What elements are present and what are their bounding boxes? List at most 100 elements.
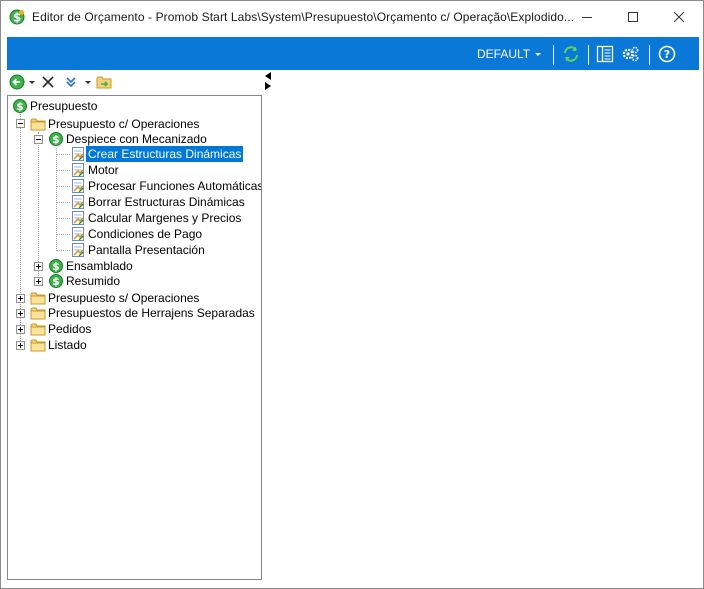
tree-guide-line [56, 154, 70, 155]
tree-node-label: Motor [88, 163, 119, 177]
toolbar-divider [588, 45, 589, 65]
folder-open-icon [30, 116, 46, 132]
tree-guide-line [56, 170, 70, 171]
tree-node-item[interactable]: Motor [70, 162, 121, 178]
tree-node-label: Pantalla Presentación [88, 243, 205, 257]
tree-node-label: Presupuesto c/ Operaciones [48, 117, 200, 131]
svg-text:?: ? [664, 48, 670, 61]
tree-node-group[interactable]: Presupuesto c/ Operaciones [30, 116, 201, 132]
minimize-button[interactable] [564, 1, 610, 33]
expand-toggle[interactable] [16, 294, 25, 303]
tree-node-label: Crear Estructuras Dinámicas [86, 146, 244, 162]
profile-label: DEFAULT [477, 47, 531, 61]
money-icon [48, 258, 64, 274]
back-arrow-icon [9, 74, 25, 93]
help-button[interactable]: ? [657, 45, 677, 65]
tree-node-item-selected[interactable]: Crear Estructuras Dinámicas [70, 146, 244, 162]
tree-node-group[interactable]: Pedidos [30, 321, 93, 337]
layout-panel-icon [596, 45, 614, 66]
close-button[interactable] [656, 1, 702, 33]
title-bar[interactable]: $ Editor de Orçamento - Promob Start Lab… [1, 1, 703, 33]
money-icon [48, 131, 64, 147]
main-toolbar: DEFAULT ? [7, 37, 699, 70]
refresh-icon [562, 45, 580, 66]
tree-node-label: Presupuesto s/ Operaciones [48, 291, 200, 305]
move-dropdown-chevron-icon[interactable] [85, 81, 91, 84]
maximize-button[interactable] [610, 1, 656, 33]
tree-toolbar [7, 73, 263, 93]
tree-node-label: Borrar Estructuras Dinámicas [88, 195, 245, 209]
script-doc-icon [70, 178, 86, 194]
expand-toggle[interactable] [16, 325, 25, 334]
tree-node-item[interactable]: Calcular Margenes y Precios [70, 210, 243, 226]
folder-icon [30, 321, 46, 337]
tree-node-label: Procesar Funciones Automáticas [88, 179, 262, 193]
layout-panel-button[interactable] [595, 45, 615, 65]
panel-splitter-toggle[interactable] [263, 71, 273, 91]
tree-guide-line [56, 186, 70, 187]
tree-node-label: Calcular Margenes y Precios [88, 211, 242, 225]
folder-icon [30, 305, 46, 321]
expand-toggle[interactable] [16, 341, 25, 350]
money-icon [12, 98, 28, 114]
refresh-button[interactable] [561, 45, 581, 65]
move-down-icon [64, 75, 78, 92]
delete-x-icon [41, 75, 55, 92]
delete-button[interactable] [39, 74, 57, 92]
tree-guide-line [56, 234, 70, 235]
script-doc-icon [70, 226, 86, 242]
toolbar-divider [649, 45, 650, 65]
collapse-toggle[interactable] [16, 119, 25, 128]
tree-guide-line [56, 250, 70, 251]
tree-node-group[interactable]: Listado [30, 337, 89, 353]
folder-export-button[interactable] [95, 74, 113, 92]
help-icon: ? [658, 45, 676, 66]
settings-gears-icon [621, 45, 639, 66]
tree-node-label: Condiciones de Pago [88, 227, 203, 241]
toolbar-divider [553, 45, 554, 65]
back-dropdown-chevron-icon[interactable] [29, 81, 35, 84]
tree-node-item[interactable]: Procesar Funciones Automáticas [70, 178, 262, 194]
tree-node-item[interactable]: Borrar Estructuras Dinámicas [70, 194, 247, 210]
tree-node-label: Ensamblado [66, 259, 133, 273]
folder-export-icon [96, 74, 112, 93]
close-icon [674, 12, 684, 22]
expand-toggle[interactable] [34, 262, 43, 271]
back-button[interactable] [8, 74, 26, 92]
tree-node-label: Presupuesto [30, 99, 98, 113]
tree-node-label: Pedidos [48, 322, 92, 336]
tree-node-subgroup[interactable]: Resumido [48, 273, 122, 289]
script-doc-icon [70, 194, 86, 210]
collapse-toggle[interactable] [34, 135, 43, 144]
tree-node-label: Presupuestos de Herrajens Separadas [48, 306, 255, 320]
tree-node-label: Listado [48, 338, 87, 352]
expand-toggle[interactable] [16, 309, 25, 318]
tree-node-root[interactable]: Presupuesto [12, 98, 99, 114]
profile-dropdown[interactable]: DEFAULT [477, 46, 542, 62]
folder-icon [30, 290, 46, 306]
tree-guide-line [56, 202, 70, 203]
tree-node-subgroup[interactable]: Ensamblado [48, 258, 135, 274]
script-doc-icon [70, 162, 86, 178]
tree-node-label: Despiece con Mecanizado [66, 132, 207, 146]
tree-node-item[interactable]: Pantalla Presentación [70, 242, 207, 258]
folder-icon [30, 337, 46, 353]
tree-view[interactable]: Presupuesto Presupuesto c/ Operaciones D… [7, 95, 262, 580]
move-down-button[interactable] [62, 74, 80, 92]
app-money-icon: $ [9, 9, 25, 25]
settings-button[interactable] [620, 45, 640, 65]
tree-node-group[interactable]: Presupuestos de Herrajens Separadas [30, 305, 257, 321]
script-doc-icon [70, 242, 86, 258]
tree-guide-line [56, 218, 70, 219]
expand-toggle[interactable] [34, 277, 43, 286]
tree-node-group[interactable]: Presupuesto s/ Operaciones [30, 290, 201, 306]
script-doc-icon [70, 146, 86, 162]
maximize-icon [628, 12, 638, 22]
tree-node-subgroup[interactable]: Despiece con Mecanizado [48, 131, 209, 147]
money-icon [48, 273, 64, 289]
chevron-down-icon [535, 53, 542, 56]
minimize-icon [582, 12, 592, 22]
tree-node-label: Resumido [66, 274, 121, 288]
tree-node-item[interactable]: Condiciones de Pago [70, 226, 204, 242]
window-title: Editor de Orçamento - Promob Start Labs\… [32, 10, 575, 24]
